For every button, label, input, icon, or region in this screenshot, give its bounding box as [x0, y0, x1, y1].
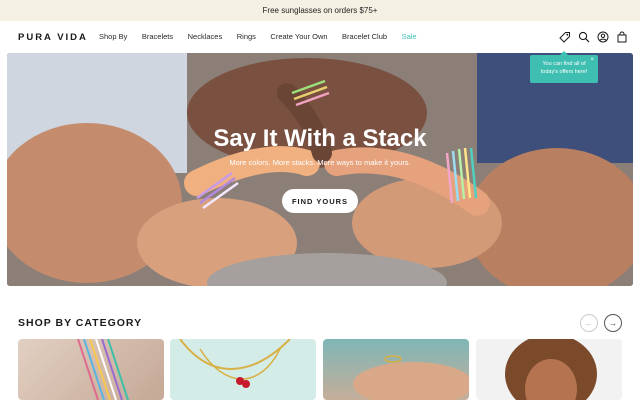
logo[interactable]: PURA VIDA [18, 32, 88, 43]
tooltip-text-line2: today's offers here! [540, 68, 588, 75]
search-icon[interactable] [577, 30, 590, 43]
category-card-necklaces[interactable] [170, 339, 316, 400]
find-yours-button[interactable]: FIND YOURS [282, 189, 358, 213]
category-card-rings[interactable] [323, 339, 469, 400]
offers-tooltip: × You can find all of today's offers her… [530, 51, 598, 83]
bag-icon[interactable] [615, 30, 628, 43]
tooltip-close-icon[interactable]: × [590, 56, 594, 65]
tag-icon[interactable] [558, 30, 571, 43]
category-next-button[interactable]: → [604, 314, 622, 332]
hero-image [7, 53, 633, 286]
category-image [353, 355, 469, 400]
category-card-bracelets[interactable] [18, 339, 164, 400]
menu-item-bracelet-club[interactable]: Bracelet Club [342, 32, 387, 41]
category-prev-button[interactable]: ← [580, 314, 598, 332]
category-image [505, 339, 597, 400]
hero-subtitle: More colors. More stacks. More ways to m… [229, 158, 411, 167]
announcement-text: Free sunglasses on orders $75+ [262, 6, 378, 15]
main-menu: Shop By Bracelets Necklaces Rings Create… [99, 32, 431, 41]
top-nav: PURA VIDA Shop By Bracelets Necklaces Ri… [0, 21, 640, 53]
header-icons [558, 30, 628, 43]
hero-title: Say It With a Stack [213, 125, 427, 152]
tooltip-text-line1: You can find all of [542, 61, 586, 67]
account-icon[interactable] [596, 30, 609, 43]
menu-item-shop-by[interactable]: Shop By [99, 32, 127, 41]
hero-banner[interactable] [7, 53, 633, 286]
announcement-bar: Free sunglasses on orders $75+ [0, 0, 640, 21]
menu-item-create-your-own[interactable]: Create Your Own [270, 32, 327, 41]
menu-item-bracelets[interactable]: Bracelets [142, 32, 173, 41]
menu-item-sale[interactable]: Sale [402, 32, 417, 41]
category-heading: SHOP BY CATEGORY [18, 317, 143, 329]
category-card-people[interactable] [476, 339, 622, 400]
menu-item-necklaces[interactable]: Necklaces [188, 32, 223, 41]
category-image [179, 339, 291, 388]
menu-item-rings[interactable]: Rings [237, 32, 256, 41]
category-image [77, 339, 129, 400]
